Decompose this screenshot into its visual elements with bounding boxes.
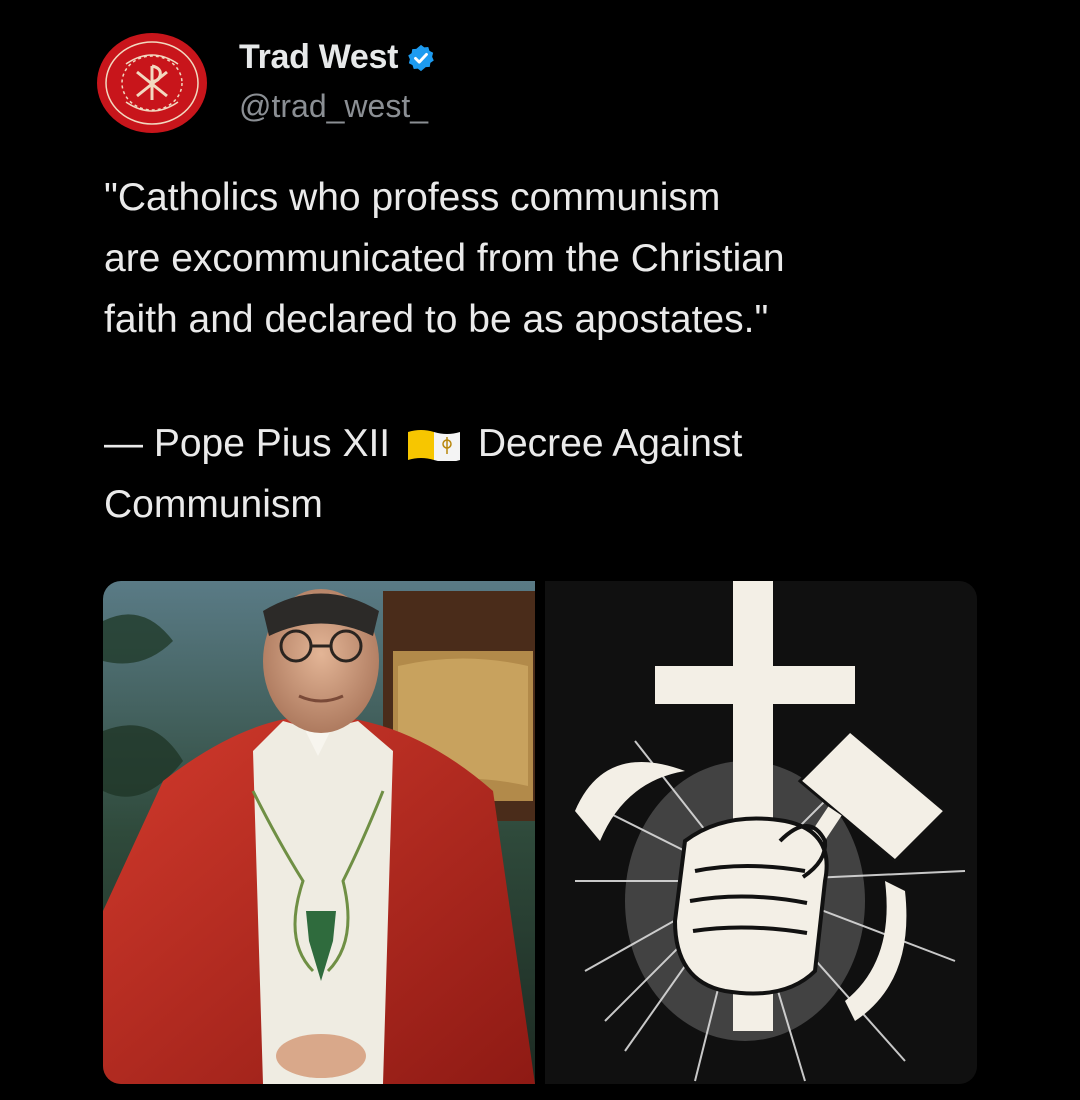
cross-fist-illustration <box>545 581 977 1084</box>
author-handle[interactable]: @trad_west_ <box>239 88 428 125</box>
author-name-row[interactable]: Trad West <box>239 38 436 77</box>
avatar-seal-icon <box>97 33 207 133</box>
cross-hammer-sickle-image[interactable] <box>545 581 977 1084</box>
attribution-prefix: — Pope Pius XII <box>104 422 391 465</box>
display-name[interactable]: Trad West <box>239 38 398 77</box>
attribution-suffix: Decree Against <box>477 422 743 465</box>
pope-portrait-illustration <box>103 581 535 1084</box>
vatican-flag-icon <box>407 430 460 461</box>
tweet-attribution: — Pope Pius XII Decree Against Communism <box>104 413 1024 535</box>
tweet-header: Trad West @trad_west_ <box>96 32 996 142</box>
tweet-text: "Catholics who profess communism are exc… <box>104 176 785 341</box>
avatar[interactable] <box>96 32 208 134</box>
attribution-suffix-2: Communism <box>104 483 323 526</box>
tweet-media[interactable] <box>103 581 977 1084</box>
verified-badge-icon <box>408 44 434 71</box>
pope-portrait-image[interactable] <box>103 581 535 1084</box>
